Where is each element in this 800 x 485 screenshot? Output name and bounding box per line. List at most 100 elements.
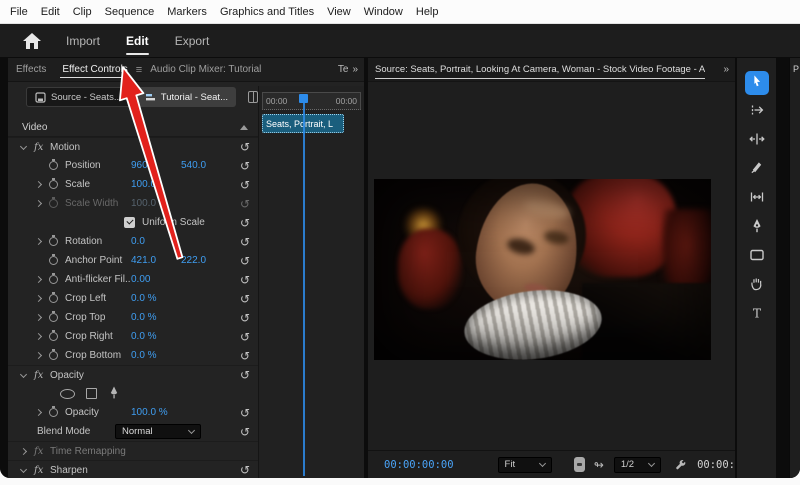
param-value[interactable]: 0.0 <box>131 236 181 247</box>
split-view-toggle-icon[interactable] <box>248 91 258 103</box>
tab-overflow-chevrons-icon[interactable]: » <box>352 64 358 75</box>
reset-parameter-button[interactable]: ↺ <box>240 312 250 324</box>
param-value[interactable]: 100.0 % <box>131 407 181 418</box>
stopwatch-icon[interactable] <box>49 253 58 265</box>
monitor-overflow-chevrons-icon[interactable]: » <box>723 64 735 75</box>
stopwatch-icon[interactable] <box>49 177 58 189</box>
param-value[interactable]: 100.0 <box>131 179 181 190</box>
stopwatch-icon[interactable] <box>49 272 58 284</box>
param-value[interactable]: 960.0 <box>131 160 181 171</box>
menu-item-clip[interactable]: Clip <box>73 6 92 18</box>
reset-parameter-button[interactable]: ↺ <box>240 369 250 381</box>
stopwatch-icon[interactable] <box>49 196 58 208</box>
param-value[interactable]: 421.0 <box>131 255 181 266</box>
pen-tool[interactable] <box>745 216 769 240</box>
param-value[interactable]: 0.0 % <box>131 331 181 342</box>
param-value[interactable]: 0.0 % <box>131 293 181 304</box>
chevron-down-icon[interactable] <box>19 465 28 473</box>
tab-effect-controls[interactable]: Effect Controls <box>54 58 135 81</box>
reset-parameter-button[interactable]: ↺ <box>240 141 250 153</box>
stopwatch-icon[interactable] <box>49 348 58 360</box>
uniform-scale-checkbox[interactable] <box>124 217 135 228</box>
mask-pen-icon[interactable] <box>108 386 120 402</box>
chevron-down-icon[interactable] <box>19 370 28 378</box>
playhead-handle[interactable] <box>299 94 308 103</box>
workspace-tab-export[interactable]: Export <box>175 28 210 54</box>
program-monitor-panel-edge[interactable]: P <box>789 58 800 478</box>
home-icon[interactable] <box>22 32 42 50</box>
tab-source-monitor[interactable]: Source: Seats, Portrait, Looking At Came… <box>375 64 705 79</box>
rectangle-tool[interactable] <box>745 245 769 269</box>
video-preview-frame[interactable] <box>374 179 711 360</box>
chevron-right-icon[interactable] <box>34 180 43 189</box>
chevron-right-icon[interactable] <box>34 275 43 284</box>
timeline-ruler[interactable]: 00:00 00:00 <box>262 92 361 110</box>
tab-effects[interactable]: Effects <box>8 58 54 81</box>
reset-parameter-button[interactable]: ↺ <box>240 217 250 229</box>
menu-item-markers[interactable]: Markers <box>167 6 207 18</box>
stopwatch-icon[interactable] <box>49 310 58 322</box>
hand-tool[interactable] <box>745 274 769 298</box>
param-value[interactable]: 0.00 <box>131 274 181 285</box>
reset-parameter-button[interactable]: ↺ <box>240 236 250 248</box>
drag-audio-icon[interactable]: ↬ <box>594 458 604 472</box>
tab-audio-clip-mixer[interactable]: Audio Clip Mixer: Tutorial <box>142 58 269 81</box>
stopwatch-icon[interactable] <box>49 158 58 170</box>
reset-parameter-button[interactable]: ↺ <box>240 160 250 172</box>
chevron-right-icon[interactable] <box>34 313 43 322</box>
param-value[interactable]: 540.0 <box>181 160 231 171</box>
chevron-down-icon[interactable] <box>19 142 28 150</box>
reset-parameter-button[interactable]: ↺ <box>240 179 250 191</box>
menu-item-edit[interactable]: Edit <box>41 6 60 18</box>
menu-item-sequence[interactable]: Sequence <box>105 6 155 18</box>
type-tool[interactable]: T <box>745 303 769 327</box>
param-value[interactable]: 0.0 % <box>131 350 181 361</box>
stopwatch-icon[interactable] <box>49 405 58 417</box>
settings-wrench-icon[interactable] <box>675 458 687 472</box>
reset-parameter-button[interactable]: ↺ <box>240 464 250 476</box>
param-value[interactable]: 0.0 % <box>131 312 181 323</box>
track-select-forward-tool[interactable] <box>745 100 769 124</box>
reset-parameter-button[interactable]: ↺ <box>240 426 250 438</box>
chevron-right-icon[interactable] <box>34 408 43 417</box>
selection-tool[interactable] <box>744 71 769 95</box>
position-timecode[interactable]: 00:00:00:00 <box>384 459 454 471</box>
chevron-right-icon[interactable] <box>34 237 43 246</box>
chevron-right-icon[interactable] <box>34 294 43 303</box>
razor-tool[interactable] <box>745 158 769 182</box>
playback-resolution-dropdown[interactable]: 1/2 <box>613 456 661 473</box>
menu-item-graphics-and-titles[interactable]: Graphics and Titles <box>220 6 314 18</box>
stopwatch-icon[interactable] <box>49 234 58 246</box>
reset-parameter-button[interactable]: ↺ <box>240 293 250 305</box>
drag-video-icon[interactable] <box>573 457 585 472</box>
menu-item-help[interactable]: Help <box>416 6 439 18</box>
ripple-edit-tool[interactable] <box>745 129 769 153</box>
playhead-line[interactable] <box>303 96 305 476</box>
mask-rectangle-icon[interactable] <box>86 388 97 399</box>
blend-mode-dropdown[interactable]: Normal <box>115 424 201 439</box>
chevron-right-icon[interactable] <box>19 447 28 455</box>
collapse-icon[interactable] <box>240 124 248 130</box>
reset-parameter-button[interactable]: ↺ <box>240 350 250 362</box>
reset-parameter-button[interactable]: ↺ <box>240 198 250 210</box>
stopwatch-icon[interactable] <box>49 291 58 303</box>
param-value[interactable]: 222.0 <box>181 255 231 266</box>
slip-tool[interactable] <box>745 187 769 211</box>
param-value[interactable]: 100.0 <box>131 198 181 209</box>
reset-parameter-button[interactable]: ↺ <box>240 274 250 286</box>
menu-item-view[interactable]: View <box>327 6 351 18</box>
reset-parameter-button[interactable]: ↺ <box>240 255 250 267</box>
source-clip-button[interactable]: Source - Seats... <box>26 87 131 107</box>
workspace-tab-import[interactable]: Import <box>66 28 100 54</box>
chevron-right-icon[interactable] <box>34 199 43 208</box>
zoom-level-dropdown[interactable]: Fit <box>497 456 552 473</box>
sequence-clip-button[interactable]: Tutorial - Seat... <box>136 87 236 107</box>
stopwatch-icon[interactable] <box>49 329 58 341</box>
workspace-tab-edit[interactable]: Edit <box>126 28 149 55</box>
reset-parameter-button[interactable]: ↺ <box>240 331 250 343</box>
reset-parameter-button[interactable]: ↺ <box>240 407 250 419</box>
tab-overflow-truncated[interactable]: Te <box>338 64 349 75</box>
mask-ellipse-icon[interactable] <box>60 388 75 399</box>
menu-item-file[interactable]: File <box>10 6 28 18</box>
chevron-right-icon[interactable] <box>34 332 43 341</box>
